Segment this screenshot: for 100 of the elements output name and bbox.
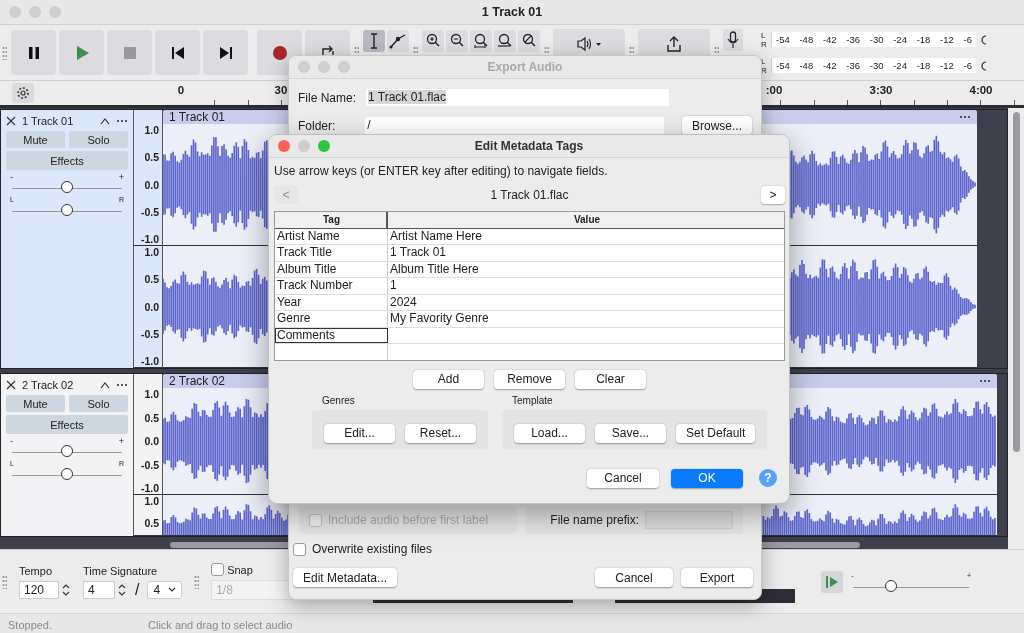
track-name[interactable]: 1 Track 01 — [22, 115, 94, 127]
slider-thumb[interactable] — [61, 468, 73, 480]
more-icon[interactable] — [116, 383, 128, 387]
group-button[interactable]: Set Default — [676, 423, 756, 443]
clip-title[interactable]: 2 Track 02 — [169, 374, 226, 388]
folder-field[interactable]: / — [365, 117, 664, 134]
play-at-speed-button[interactable] — [821, 570, 844, 593]
value-cell[interactable]: My Favority Genre — [388, 311, 784, 327]
slider-thumb[interactable] — [61, 181, 73, 193]
channel-label: L — [761, 56, 767, 66]
value-cell[interactable]: 1 — [388, 278, 784, 294]
cancel-button[interactable]: Cancel — [587, 468, 659, 488]
window-title: 1 Track 01 — [480, 5, 544, 19]
meter-tick-label: -6 — [963, 60, 972, 71]
group-button[interactable]: Edit... — [324, 423, 395, 443]
tag-cell[interactable]: Genre — [275, 311, 388, 327]
meter-tick-label: -12 — [940, 60, 954, 71]
next-button[interactable]: > — [761, 185, 785, 204]
group-title: Genres — [321, 394, 356, 406]
slider-thumb[interactable] — [61, 445, 73, 457]
edit-metadata-button[interactable]: Edit Metadata... — [293, 568, 398, 587]
meter-tick-label: -30 — [869, 34, 884, 45]
more-icon[interactable] — [979, 379, 991, 383]
amplitude-label: 0.5 — [144, 273, 159, 286]
slider-min-label: - — [10, 173, 13, 181]
export-button[interactable]: Export — [681, 568, 753, 587]
envelope-icon — [389, 33, 407, 49]
amplitude-label: 0.5 — [144, 517, 159, 529]
table-action-button[interactable]: Clear — [575, 369, 646, 389]
instruction-text: Use arrow keys (or ENTER key after editing) to navigate fields. — [274, 164, 609, 178]
settings-button[interactable] — [12, 83, 34, 103]
tag-cell[interactable]: Artist Name — [275, 228, 388, 244]
fit-selection-button[interactable] — [470, 30, 492, 52]
clip-title[interactable]: 1 Track 01 — [169, 110, 226, 124]
skip-start-button[interactable] — [155, 30, 200, 75]
slider-min-label: - — [10, 437, 13, 445]
value-cell[interactable]: 2024 — [388, 294, 784, 310]
fit-project-button[interactable] — [494, 30, 516, 52]
tag-cell[interactable]: Track Title — [275, 245, 388, 261]
file-name-label: File Name: — [298, 90, 356, 105]
value-cell[interactable]: 1 Track 01 — [388, 245, 784, 261]
effects-button[interactable]: Effects — [6, 415, 128, 434]
solo-button[interactable]: Solo — [69, 395, 128, 412]
vertical-scrollbar[interactable] — [1012, 112, 1020, 452]
value-cell[interactable]: Album Title Here — [388, 261, 784, 277]
meter-tick-label: -54 — [776, 34, 790, 45]
cancel-button[interactable]: Cancel — [595, 568, 673, 587]
meter-tick-label: -48 — [799, 60, 814, 71]
zoom-out-button[interactable] — [446, 30, 468, 52]
snap-label: Snap — [227, 563, 253, 576]
group-button[interactable]: Save... — [595, 423, 666, 443]
microphone-button[interactable] — [723, 29, 743, 51]
close-icon[interactable] — [6, 116, 16, 126]
pause-button[interactable] — [11, 30, 56, 75]
table-action-button[interactable]: Add — [413, 369, 484, 389]
value-cell[interactable]: Artist Name Here — [388, 228, 784, 244]
track-name[interactable]: 2 Track 02 — [22, 379, 94, 391]
select-tool-button[interactable] — [363, 30, 385, 52]
group-button[interactable]: Load... — [514, 423, 585, 443]
tag-cell[interactable]: Year — [275, 294, 388, 310]
more-icon[interactable] — [116, 119, 128, 123]
close-light-icon[interactable] — [278, 140, 290, 152]
group-button[interactable]: Reset... — [405, 423, 476, 443]
collapse-icon[interactable] — [100, 381, 110, 389]
table-action-button[interactable]: Remove — [494, 369, 565, 389]
tag-cell[interactable]: Album Title — [275, 261, 388, 277]
amplitude-label: 0.5 — [144, 411, 159, 424]
tag-cell[interactable]: Comments — [275, 327, 388, 343]
file-name-prefix-label: File name prefix: — [550, 513, 639, 527]
overwrite-checkbox[interactable] — [293, 542, 306, 556]
slider-thumb[interactable] — [61, 204, 73, 216]
meter-tick-label: -6 — [963, 34, 972, 45]
tag-cell[interactable]: Track Number — [275, 278, 388, 294]
time-signature-lower-dropdown[interactable]: 4 — [147, 580, 183, 599]
skip-end-button[interactable] — [203, 30, 248, 75]
zoom-toggle-icon — [521, 33, 537, 49]
column-header[interactable]: Tag — [275, 212, 388, 228]
column-header[interactable]: Value — [388, 212, 784, 228]
skip-start-icon — [169, 45, 186, 60]
time-signature-upper-field[interactable]: 4 — [83, 580, 115, 599]
pause-icon — [26, 45, 41, 60]
solo-button[interactable]: Solo — [69, 131, 128, 148]
zoom-toggle-button[interactable] — [518, 30, 540, 52]
settings-icon — [16, 86, 30, 100]
effects-button[interactable]: Effects — [6, 151, 128, 170]
ruler-label: 3:30 — [869, 84, 893, 96]
file-name-field[interactable]: 1 Track 01.flac — [366, 89, 669, 106]
mute-button[interactable]: Mute — [6, 395, 65, 412]
collapse-icon[interactable] — [100, 117, 110, 125]
tempo-field[interactable]: 120 — [19, 580, 59, 599]
close-icon[interactable] — [6, 380, 16, 390]
ok-button[interactable]: OK — [671, 468, 743, 488]
file-name-prefix-field[interactable] — [645, 511, 733, 529]
mute-button[interactable]: Mute — [6, 131, 65, 148]
amplitude-label: 0.0 — [144, 435, 159, 447]
more-icon[interactable] — [959, 115, 971, 119]
slider-thumb[interactable] — [885, 579, 898, 592]
meter-tick-label: -36 — [846, 60, 861, 71]
envelope-tool-button[interactable] — [387, 30, 409, 52]
zoom-in-button[interactable] — [422, 30, 444, 52]
